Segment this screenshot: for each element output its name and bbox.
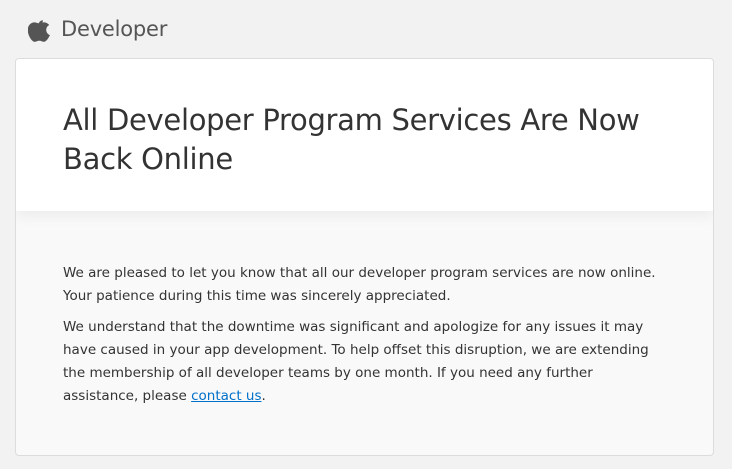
apple-logo-icon: [28, 16, 50, 42]
notice-card-header: All Developer Program Services Are Now B…: [16, 59, 713, 211]
contact-us-link[interactable]: contact us: [191, 388, 261, 404]
notice-paragraph-2: We understand that the downtime was sign…: [63, 316, 663, 408]
notice-paragraph-1: We are pleased to let you know that all …: [63, 265, 656, 304]
page-title: All Developer Program Services Are Now B…: [63, 103, 640, 176]
top-bar: Developer: [0, 0, 732, 58]
notice-card: All Developer Program Services Are Now B…: [15, 58, 714, 456]
developer-brand-label: Developer: [61, 17, 168, 41]
notice-body: We are pleased to let you know that all …: [63, 262, 663, 416]
developer-home-link[interactable]: Developer: [28, 11, 167, 47]
notice-paragraph-2-end: .: [261, 388, 266, 404]
notice-paragraph-2-text: We understand that the downtime was sign…: [63, 319, 649, 404]
